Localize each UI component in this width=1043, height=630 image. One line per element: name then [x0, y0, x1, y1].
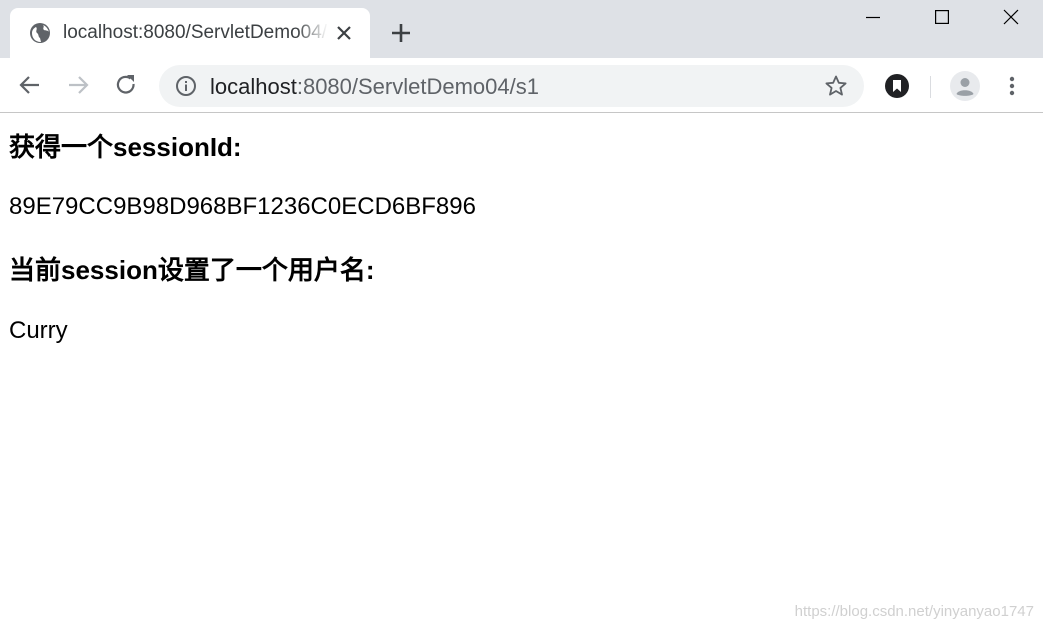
- minimize-button[interactable]: [850, 0, 896, 34]
- session-id-heading: 获得一个sessionId:: [9, 132, 242, 162]
- info-icon[interactable]: [175, 75, 197, 97]
- tab-close-icon[interactable]: [335, 24, 353, 42]
- session-id-value: 89E79CC9B98D968BF1236C0ECD6BF896: [9, 193, 476, 220]
- forward-button[interactable]: [65, 72, 91, 98]
- page-content: 获得一个sessionId: 89E79CC9B98D968BF1236C0EC…: [0, 114, 1043, 630]
- username-value: Curry: [9, 317, 68, 344]
- new-tab-plus-icon[interactable]: [389, 21, 413, 45]
- more-menu-icon[interactable]: [1002, 74, 1022, 98]
- arrow-right-icon: [69, 76, 89, 94]
- profile-avatar-icon[interactable]: [950, 71, 980, 101]
- globe-icon: [30, 23, 50, 43]
- minimize-icon: [866, 16, 880, 19]
- watermark: https://blog.csdn.net/yinyanyao1747: [794, 603, 1034, 620]
- username-heading: 当前session设置了一个用户名:: [9, 255, 375, 285]
- close-window-button[interactable]: [988, 0, 1034, 34]
- tab-title: localhost:8080/ServletDemo04/s1: [63, 22, 328, 43]
- back-button[interactable]: [17, 72, 43, 98]
- browser-toolbar: localhost:8080/ServletDemo04/s1: [0, 58, 1043, 113]
- arrow-left-icon: [19, 76, 39, 94]
- url-text[interactable]: localhost:8080/ServletDemo04/s1: [210, 74, 539, 99]
- address-bar[interactable]: localhost:8080/ServletDemo04/s1: [159, 65, 864, 107]
- reload-icon: [116, 75, 135, 94]
- bookmark-star-icon[interactable]: [824, 74, 848, 98]
- reload-button[interactable]: [113, 72, 139, 98]
- url-host: localhost: [210, 74, 297, 99]
- maximize-button[interactable]: [919, 0, 965, 34]
- close-icon: [1003, 9, 1019, 25]
- extension-bookmark-icon[interactable]: [884, 73, 910, 99]
- maximize-icon: [935, 10, 949, 24]
- tab-strip: localhost:8080/ServletDemo04/s1: [0, 0, 1043, 58]
- toolbar-divider: [930, 76, 931, 98]
- browser-tab[interactable]: localhost:8080/ServletDemo04/s1: [10, 8, 370, 58]
- url-path: :8080/ServletDemo04/s1: [296, 74, 539, 99]
